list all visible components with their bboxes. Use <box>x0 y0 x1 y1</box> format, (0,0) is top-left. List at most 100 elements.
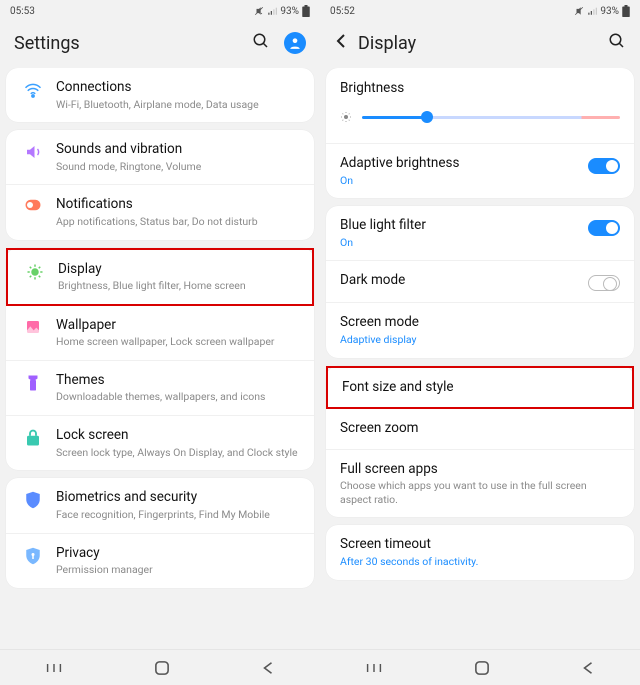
item-sub: Wi-Fi, Bluetooth, Airplane mode, Data us… <box>56 98 300 112</box>
item-label: Themes <box>56 372 300 390</box>
list-item[interactable]: ConnectionsWi-Fi, Bluetooth, Airplane mo… <box>6 68 314 122</box>
row-icon <box>20 374 46 392</box>
settings-screen: 05:53 93% Settings ConnectionsWi-Fi, Blu… <box>0 0 320 685</box>
item-sub: Face recognition, Fingerprints, Find My … <box>56 508 300 522</box>
status-icons: 93% <box>254 5 310 17</box>
list-item[interactable]: Screen timeoutAfter 30 seconds of inacti… <box>326 525 634 579</box>
list-item[interactable]: Full screen appsChoose which apps you wa… <box>326 450 634 518</box>
account-icon <box>288 36 302 50</box>
slider-thumb[interactable] <box>421 111 433 123</box>
row-icon <box>20 81 46 99</box>
settings-list[interactable]: ConnectionsWi-Fi, Bluetooth, Airplane mo… <box>0 68 320 668</box>
list-item[interactable]: Sounds and vibrationSound mode, Ringtone… <box>6 130 314 185</box>
row-icon <box>20 143 46 161</box>
brightness-slider[interactable] <box>362 116 620 119</box>
settings-group: DisplayBrightness, Blue light filter, Ho… <box>6 248 314 471</box>
display-screen: 05:52 93% Display Brightness <box>320 0 640 685</box>
item-sub: Adaptive display <box>340 333 620 347</box>
list-item[interactable]: Blue light filterOn <box>326 206 634 261</box>
signal-icon <box>267 6 277 16</box>
item-label: Font size and style <box>342 379 618 397</box>
nav-home[interactable] <box>155 661 169 675</box>
list-item[interactable]: Dark mode <box>326 261 634 303</box>
item-sub: Permission manager <box>56 563 300 577</box>
page-title: Display <box>358 33 416 54</box>
item-sub: After 30 seconds of inactivity. <box>340 555 620 569</box>
item-sub: App notifications, Status bar, Do not di… <box>56 215 300 229</box>
search-icon <box>252 32 270 50</box>
item-sub: Choose which apps you want to use in the… <box>340 479 620 506</box>
status-icons: 93% <box>574 5 630 17</box>
brightness-label: Brightness <box>340 80 620 96</box>
list-item[interactable]: ThemesDownloadable themes, wallpapers, a… <box>6 361 314 416</box>
item-label: Connections <box>56 79 300 97</box>
chevron-left-icon <box>334 33 348 49</box>
settings-group: Sounds and vibrationSound mode, Ringtone… <box>6 130 314 239</box>
account-button[interactable] <box>284 32 306 54</box>
status-bar: 05:53 93% <box>0 0 320 22</box>
search-button[interactable] <box>252 32 270 54</box>
item-label: Screen timeout <box>340 536 620 554</box>
row-icon <box>20 319 46 335</box>
settings-group: ConnectionsWi-Fi, Bluetooth, Airplane mo… <box>6 68 314 122</box>
item-sub: Sound mode, Ringtone, Volume <box>56 160 300 174</box>
nav-recents[interactable] <box>46 661 62 675</box>
item-sub: Brightness, Blue light filter, Home scre… <box>58 279 298 293</box>
settings-group: Screen timeoutAfter 30 seconds of inacti… <box>326 525 634 579</box>
nav-back[interactable] <box>262 661 274 675</box>
settings-group: Blue light filterOnDark modeScreen modeA… <box>326 206 634 357</box>
nav-home[interactable] <box>475 661 489 675</box>
item-sub: On <box>340 236 580 250</box>
list-item[interactable]: Screen zoom <box>326 409 634 450</box>
list-item[interactable]: NotificationsApp notifications, Status b… <box>6 185 314 239</box>
status-time: 05:52 <box>330 6 355 17</box>
item-label: Biometrics and security <box>56 489 300 507</box>
list-item[interactable]: Adaptive brightnessOn <box>326 144 634 198</box>
status-bar: 05:52 93% <box>320 0 640 22</box>
sun-icon <box>340 108 352 127</box>
row-icon <box>20 198 46 212</box>
battery-icon <box>302 5 310 17</box>
mute-icon <box>254 6 264 16</box>
signal-icon <box>587 6 597 16</box>
status-time: 05:53 <box>10 6 35 17</box>
item-label: Full screen apps <box>340 461 620 479</box>
item-sub: Home screen wallpaper, Lock screen wallp… <box>56 335 300 349</box>
search-button[interactable] <box>608 32 626 54</box>
item-label: Wallpaper <box>56 317 300 335</box>
list-item[interactable]: Font size and style <box>326 366 634 410</box>
list-item[interactable]: PrivacyPermission manager <box>6 534 314 588</box>
display-list[interactable]: Brightness Adaptive brightnessOn Blue li… <box>320 68 640 668</box>
nav-recents[interactable] <box>366 661 382 675</box>
item-label: Blue light filter <box>340 217 580 235</box>
item-label: Adaptive brightness <box>340 155 580 173</box>
toggle-switch[interactable] <box>588 220 620 236</box>
battery-text: 93% <box>280 6 299 17</box>
title-bar: Settings <box>0 22 320 68</box>
row-icon <box>22 263 48 281</box>
battery-icon <box>622 5 630 17</box>
list-item[interactable]: DisplayBrightness, Blue light filter, Ho… <box>6 248 314 306</box>
back-button[interactable] <box>334 33 348 53</box>
item-sub: Downloadable themes, wallpapers, and ico… <box>56 390 300 404</box>
toggle-switch[interactable] <box>588 158 620 174</box>
item-sub: On <box>340 174 580 188</box>
settings-group: Font size and styleScreen zoomFull scree… <box>326 366 634 518</box>
toggle-switch[interactable] <box>588 275 620 291</box>
list-item[interactable]: WallpaperHome screen wallpaper, Lock scr… <box>6 306 314 361</box>
list-item[interactable]: Lock screenScreen lock type, Always On D… <box>6 416 314 470</box>
nav-back[interactable] <box>582 661 594 675</box>
item-label: Screen mode <box>340 314 620 332</box>
search-icon <box>608 32 626 50</box>
item-label: Display <box>58 261 298 279</box>
item-label: Sounds and vibration <box>56 141 300 159</box>
list-item[interactable]: Screen modeAdaptive display <box>326 303 634 357</box>
title-bar: Display <box>320 22 640 68</box>
item-sub: Screen lock type, Always On Display, and… <box>56 446 300 460</box>
settings-group: Biometrics and securityFace recognition,… <box>6 478 314 587</box>
row-icon <box>20 547 46 565</box>
list-item[interactable]: Biometrics and securityFace recognition,… <box>6 478 314 533</box>
page-title: Settings <box>14 33 80 54</box>
brightness-row: Brightness <box>326 68 634 144</box>
row-icon <box>20 491 46 509</box>
